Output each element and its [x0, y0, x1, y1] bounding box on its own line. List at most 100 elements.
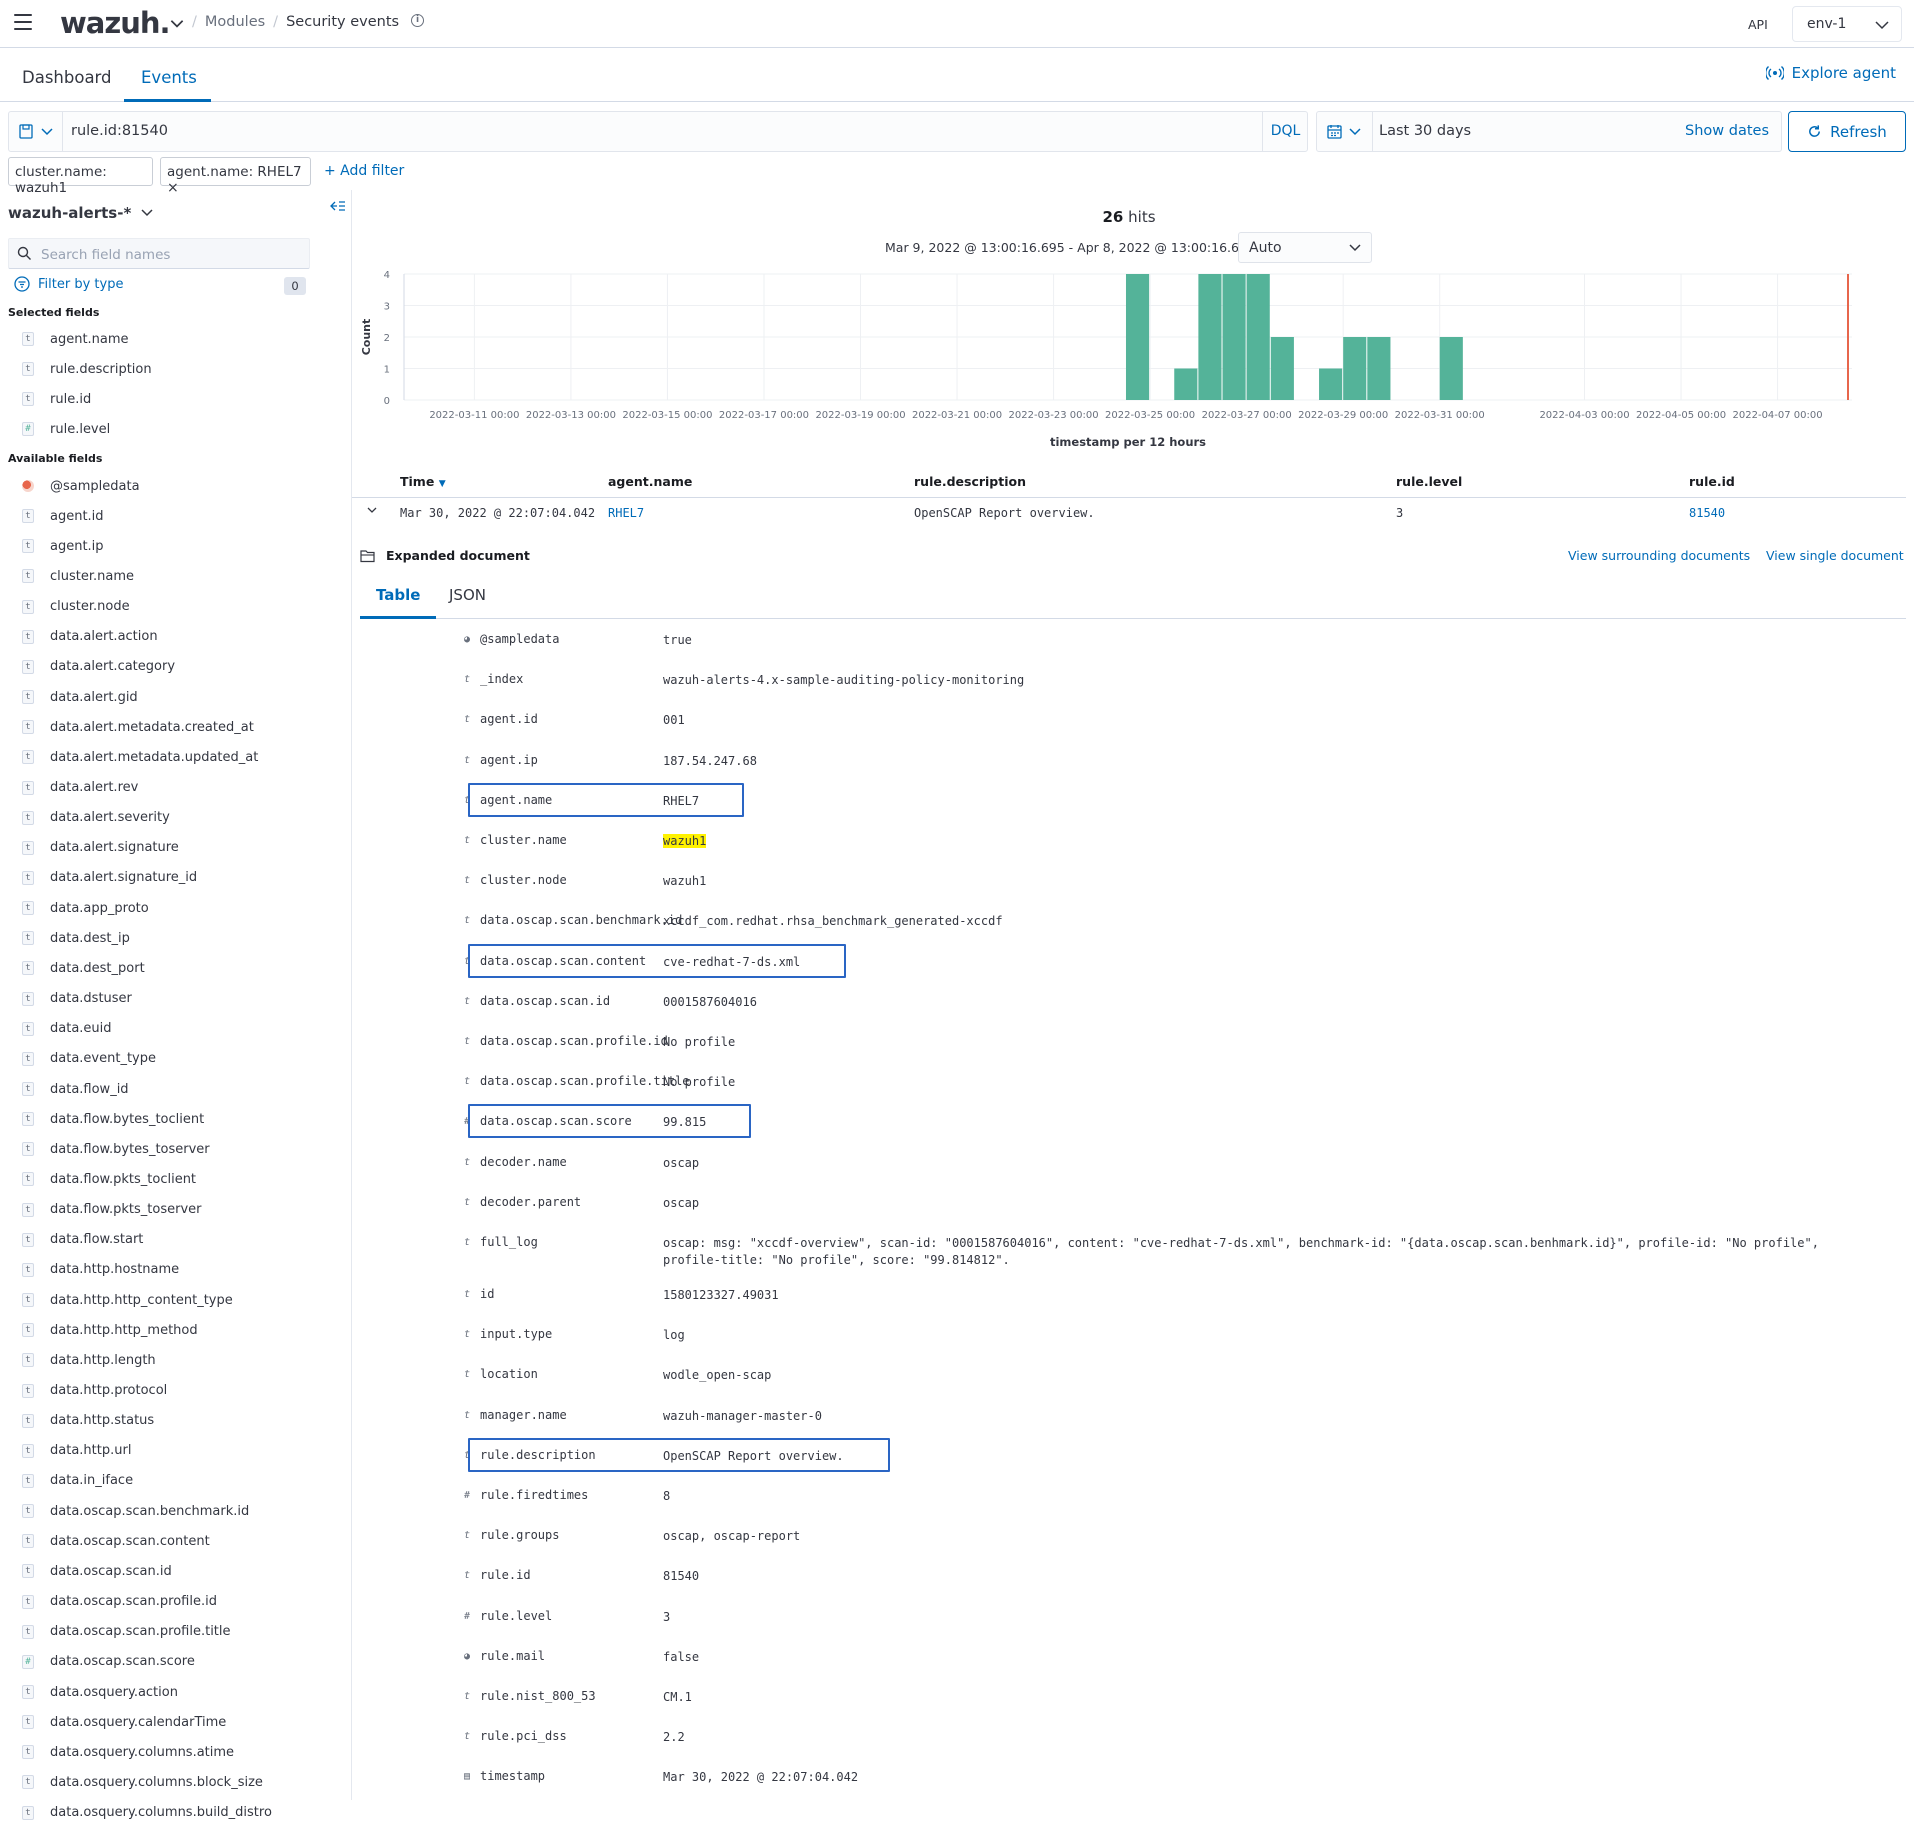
field-item[interactable]: t cluster.node — [22, 596, 130, 618]
field-name: data.http.hostname — [50, 1262, 180, 1278]
field-item[interactable]: t data.oscap.scan.profile.id — [22, 1591, 217, 1613]
collapse-sidebar-icon[interactable] — [330, 200, 346, 212]
index-pattern-selector[interactable]: wazuh-alerts-* — [8, 204, 153, 222]
col-rule-id[interactable]: rule.id — [1689, 474, 1735, 489]
doc-field-value: 8 — [663, 1489, 671, 1503]
row-rule-id-link[interactable]: 81540 — [1689, 506, 1725, 520]
doc-field-value[interactable]: RHEL7 — [663, 793, 1863, 810]
field-item[interactable]: t data.euid — [22, 1018, 112, 1040]
info-icon[interactable]: i — [411, 14, 425, 27]
field-item[interactable]: t data.http.url — [22, 1440, 131, 1462]
field-item[interactable]: t data.dest_ip — [22, 927, 130, 949]
chevron-down-icon[interactable] — [366, 504, 378, 519]
field-item[interactable]: t data.http.status — [22, 1410, 154, 1432]
field-item[interactable]: t data.http.length — [22, 1349, 156, 1371]
field-item[interactable]: t data.alert.severity — [22, 807, 170, 829]
explore-agent-button[interactable]: Explore agent — [1765, 64, 1896, 82]
view-single-link[interactable]: View single document — [1766, 548, 1904, 563]
field-item[interactable]: t data.alert.metadata.updated_at — [22, 746, 258, 768]
env-selector[interactable]: env-1 — [1792, 6, 1902, 42]
field-item[interactable]: t cluster.name — [22, 565, 134, 587]
field-item[interactable]: t data.alert.gid — [22, 686, 138, 708]
field-item[interactable]: # rule.level — [22, 418, 110, 440]
field-item[interactable]: t rule.description — [22, 358, 152, 380]
field-item[interactable]: t data.alert.signature — [22, 837, 179, 859]
field-item[interactable]: t data.http.protocol — [22, 1380, 167, 1402]
table-row[interactable]: Mar 30, 2022 @ 22:07:04.042 RHEL7 OpenSC… — [352, 498, 1906, 530]
refresh-button[interactable]: Refresh — [1788, 111, 1906, 152]
filter-pill-cluster[interactable]: cluster.name: wazuh1 — [8, 157, 153, 196]
menu-icon[interactable] — [14, 14, 32, 30]
view-surrounding-link[interactable]: View surrounding documents — [1568, 548, 1750, 563]
field-item[interactable]: t data.oscap.scan.benchmark.id — [22, 1500, 249, 1522]
query-input[interactable]: rule.id:81540 — [71, 123, 168, 139]
field-item[interactable]: t data.http.http_content_type — [22, 1289, 233, 1311]
tab-json[interactable]: JSON — [449, 586, 486, 604]
field-item[interactable]: t data.flow.bytes_toclient — [22, 1108, 204, 1130]
doc-field-value[interactable]: 001 — [663, 712, 1863, 729]
field-item[interactable]: t data.http.hostname — [22, 1259, 179, 1281]
field-item[interactable]: t data.osquery.columns.block_size — [22, 1771, 263, 1793]
field-name: data.flow_id — [50, 1081, 129, 1097]
saved-queries-button[interactable] — [9, 112, 63, 151]
field-item[interactable]: t data.dstuser — [22, 988, 132, 1010]
interval-select[interactable]: Auto — [1238, 232, 1372, 263]
string-field-icon: t — [22, 629, 34, 644]
field-item[interactable]: t data.flow_id — [22, 1078, 129, 1100]
field-item[interactable]: # data.oscap.scan.score — [22, 1651, 195, 1673]
quick-menu-button[interactable] — [1317, 112, 1373, 151]
date-range-value[interactable]: Last 30 days — [1379, 123, 1471, 139]
field-item[interactable]: t data.alert.rev — [22, 777, 138, 799]
row-agent-link[interactable]: RHEL7 — [608, 506, 644, 520]
field-item[interactable]: t data.osquery.action — [22, 1681, 178, 1703]
col-time[interactable]: Time ▼ — [400, 474, 446, 489]
field-item[interactable]: t data.flow.pkts_toserver — [22, 1199, 201, 1221]
field-item[interactable]: t data.alert.metadata.created_at — [22, 716, 254, 738]
api-label[interactable]: API — [1748, 17, 1768, 32]
breadcrumb-modules[interactable]: Modules — [205, 14, 265, 30]
filter-pill-agent[interactable]: agent.name: RHEL7 × — [160, 157, 311, 196]
dql-toggle[interactable]: DQL — [1262, 112, 1308, 151]
field-item[interactable]: t data.dest_port — [22, 957, 145, 979]
field-item[interactable]: t data.flow.start — [22, 1229, 143, 1251]
field-item[interactable]: t data.flow.pkts_toclient — [22, 1168, 196, 1190]
field-item[interactable]: t agent.name — [22, 328, 129, 350]
string-field-icon: t — [22, 1142, 34, 1157]
field-item[interactable]: t data.oscap.scan.content — [22, 1530, 210, 1552]
field-item[interactable]: @sampledata — [22, 475, 140, 497]
field-item[interactable]: t rule.id — [22, 388, 91, 410]
field-item[interactable]: t data.osquery.columns.atime — [22, 1741, 234, 1763]
field-item[interactable]: t data.app_proto — [22, 897, 149, 919]
field-item[interactable]: t data.osquery.columns.build_distro — [22, 1802, 272, 1824]
add-filter-button[interactable]: + Add filter — [324, 163, 404, 179]
tab-events[interactable]: Events — [141, 68, 197, 87]
field-item[interactable]: t data.alert.action — [22, 626, 158, 648]
wazuh-logo[interactable]: wazuh. — [60, 6, 171, 40]
field-item[interactable]: t data.in_iface — [22, 1470, 133, 1492]
field-item[interactable]: t agent.id — [22, 505, 104, 527]
doc-field-value[interactable]: 81540 — [663, 1568, 1863, 1585]
field-item[interactable]: t data.event_type — [22, 1048, 156, 1070]
chevron-down-icon[interactable] — [168, 14, 186, 32]
field-item[interactable]: t agent.ip — [22, 535, 104, 557]
field-search-input[interactable]: Search field names — [8, 238, 310, 269]
tab-dashboard[interactable]: Dashboard — [22, 68, 112, 87]
string-field-icon: t — [22, 1202, 34, 1217]
tab-table[interactable]: Table — [376, 586, 420, 604]
col-rule-level[interactable]: rule.level — [1396, 474, 1462, 489]
field-item[interactable]: t data.alert.category — [22, 656, 175, 678]
col-rule-description[interactable]: rule.description — [914, 474, 1026, 489]
field-item[interactable]: t data.alert.signature_id — [22, 867, 197, 889]
field-name: data.flow.bytes_toserver — [50, 1141, 210, 1157]
field-name: cluster.name — [50, 568, 135, 584]
field-item[interactable]: t data.http.http_method — [22, 1319, 198, 1341]
field-name: data.oscap.scan.profile.id — [50, 1594, 217, 1610]
field-item[interactable]: t data.flow.bytes_toserver — [22, 1138, 210, 1160]
col-agent-name[interactable]: agent.name — [608, 474, 692, 489]
string-field-icon: t — [22, 1564, 34, 1579]
filter-by-type-button[interactable]: Filter by type — [14, 276, 123, 292]
field-item[interactable]: t data.oscap.scan.id — [22, 1560, 172, 1582]
field-item[interactable]: t data.oscap.scan.profile.title — [22, 1621, 231, 1643]
show-dates-button[interactable]: Show dates — [1685, 123, 1769, 139]
field-item[interactable]: t data.osquery.calendarTime — [22, 1711, 226, 1733]
